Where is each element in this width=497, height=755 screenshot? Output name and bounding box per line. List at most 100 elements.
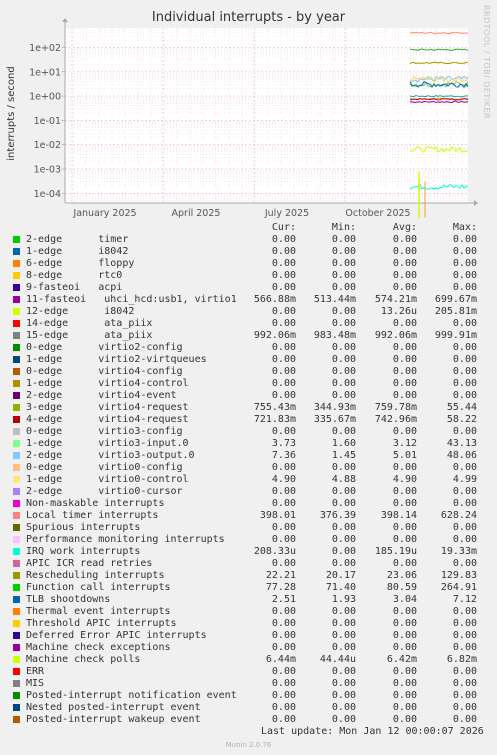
header-avg: Avg: [392,222,417,233]
legend-label: APIC ICR read retries [26,558,153,569]
legend-cur: 398.01 [259,510,296,521]
legend-avg: 0.00 [392,678,417,689]
legend-row: 0-edge virtio4-config 0.00 0.00 0.00 0.00 [0,366,497,378]
legend-label: 11-fasteoi uhci_hcd:usb1, virtio1 [26,294,237,305]
legend-cur: 0.00 [271,666,296,677]
legend-label: 0-edge virtio3-config [26,426,183,437]
legend-swatch [13,488,20,495]
legend-row: 2-edge timer 0.00 0.00 0.00 0.00 [0,234,497,246]
legend-min: 513.44m [313,294,356,305]
y-tick-label: 1e+01 [29,67,61,78]
legend-max: 0.00 [452,462,477,473]
legend-avg: 0.00 [392,642,417,653]
legend-cur: 0.00 [271,366,296,377]
legend-row: 3-edge virtio4-request 755.43m 344.93m 759.… [0,402,497,414]
legend-swatch [13,632,20,639]
legend-cur: 3.73 [271,438,296,449]
legend-min: 344.93m [313,402,356,413]
x-tick-label: July 2025 [264,208,309,219]
legend-label: 2-edge virtio3-output.0 [26,450,195,461]
legend-min: 0.00 [331,366,356,377]
legend-min: 0.00 [331,258,356,269]
legend-min: 1.93 [331,594,356,605]
legend-avg: 0.00 [392,282,417,293]
legend-label: 2-edge timer [26,234,129,245]
legend-row: 14-edge ata_piix 0.00 0.00 0.00 0.00 [0,318,497,330]
legend-swatch [13,548,20,555]
legend-avg: 0.00 [392,606,417,617]
legend-label: Thermal event interrupts [26,606,171,617]
legend-max: 0.00 [452,246,477,257]
legend-avg: 0.00 [392,666,417,677]
legend-avg: 0.00 [392,246,417,257]
legend-avg: 992.06m [374,330,417,341]
legend-swatch [13,344,20,351]
legend-label: MIS [26,678,45,689]
legend-cur: 0.00 [271,342,296,353]
legend-swatch [13,272,20,279]
legend-swatch [13,500,20,507]
legend-avg: 398.14 [380,510,417,521]
legend-min: 0.00 [331,318,356,329]
legend-label: 14-edge ata_piix [26,318,153,329]
legend-min: 0.00 [331,642,356,653]
legend-min: 0.00 [331,546,356,557]
legend-row: 2-edge virtio3-output.0 7.36 1.45 5.01 48.06 [0,450,497,462]
legend-max: 55.44 [446,402,477,413]
legend-swatch [13,320,20,327]
legend-max: 0.00 [452,354,477,365]
legend-avg: 0.00 [392,426,417,437]
legend-row: 4-edge virtio4-request 721.83m 335.67m 742.… [0,414,497,426]
x-axis-arrow [474,200,478,206]
legend-label: Spurious interrupts [26,522,141,533]
plot-background [65,28,468,203]
legend-row: Function call interrupts 77.28 71.40 80.59 2… [0,582,497,594]
legend-cur: 0.00 [271,558,296,569]
legend-avg: 0.00 [392,270,417,281]
x-tick-label: April 2025 [172,208,221,219]
legend-min: 0.00 [331,618,356,629]
legend-label: Non-maskable interrupts [26,498,165,509]
legend-avg: 6.42m [386,654,417,665]
legend-cur: 0.00 [271,642,296,653]
legend-max: 0.00 [452,702,477,713]
legend-max: 6.82m [446,654,477,665]
y-axis-label: interrupts / second [6,66,17,160]
legend-avg: 0.00 [392,534,417,545]
legend-min: 71.40 [325,582,356,593]
legend-min: 335.67m [313,414,356,425]
legend-max: 19.33m [440,546,477,557]
legend-swatch [13,536,20,543]
legend-max: 0.00 [452,534,477,545]
legend-cur: 0.00 [271,426,296,437]
legend-min: 0.00 [331,666,356,677]
legend-avg: 0.00 [392,618,417,629]
legend-max: 0.00 [452,714,477,725]
legend-min: 0.00 [331,270,356,281]
legend-swatch [13,416,20,423]
legend-label: 1-edge i8042 [26,246,129,257]
legend-label: IRQ work interrupts [26,546,141,557]
legend-max: 0.00 [452,678,477,689]
legend-max: 7.12 [452,594,477,605]
legend-avg: 0.00 [392,390,417,401]
legend-avg: 0.00 [392,366,417,377]
legend-max: 0.00 [452,618,477,629]
legend-max: 0.00 [452,390,477,401]
legend-max: 0.00 [452,690,477,701]
legend-swatch [13,608,20,615]
legend-label: Threshold APIC interrupts [26,618,177,629]
legend-cur: 0.00 [271,630,296,641]
y-tick-label: 1e-04 [34,189,61,200]
legend-row: Performance monitoring interrupts 0.00 0.0… [0,534,497,546]
legend-label: TLB shootdowns [26,594,111,605]
legend-cur: 2.51 [271,594,296,605]
legend-avg: 0.00 [392,630,417,641]
legend-avg: 0.00 [392,342,417,353]
legend-swatch [13,236,20,243]
y-tick-label: 1e+00 [29,92,61,103]
legend-avg: 3.12 [392,438,417,449]
legend-cur: 0.00 [271,522,296,533]
legend-cur: 0.00 [271,270,296,281]
legend-swatch [13,284,20,291]
